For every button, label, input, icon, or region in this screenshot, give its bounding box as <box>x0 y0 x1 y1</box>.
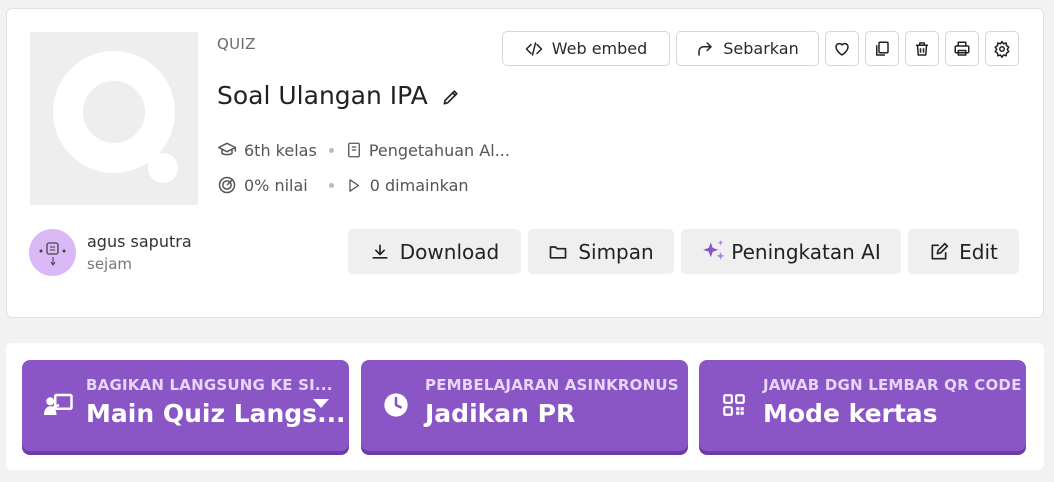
paper-mode-button[interactable]: JAWAB DGN LEMBAR QR CODE Mode kertas <box>699 360 1026 451</box>
accuracy-text: 0% nilai <box>244 175 308 195</box>
separator-dot <box>328 147 334 153</box>
folder-icon <box>549 245 567 259</box>
trash-icon <box>916 41 928 56</box>
save-label: Simpan <box>578 239 654 264</box>
quizizz-logo-icon <box>53 51 178 183</box>
edit-title-pencil-icon[interactable] <box>441 87 461 107</box>
live-quiz-title: Main Quiz Langs... <box>86 399 346 428</box>
homework-button[interactable]: PEMBELAJARAN ASINKRONUS Jadikan PR <box>361 360 688 451</box>
print-button[interactable] <box>945 31 979 66</box>
graduation-cap-icon <box>217 142 237 156</box>
gear-icon <box>994 40 1010 58</box>
code-icon <box>525 41 542 56</box>
action-buttons: Download Simpan Peningkatan AI Edit <box>348 229 1019 274</box>
edit-square-icon <box>931 242 949 259</box>
share-button[interactable]: Sebarkan <box>676 31 819 66</box>
download-label: Download <box>399 239 500 264</box>
author-name[interactable]: agus saputra <box>87 232 192 251</box>
homework-subtitle: PEMBELAJARAN ASINKRONUS <box>425 376 679 394</box>
like-button[interactable] <box>825 31 859 66</box>
ai-enhance-label: Peningkatan AI <box>731 239 881 264</box>
clock-icon <box>384 393 408 417</box>
quiz-detail-card: QUIZ Soal Ulangan IPA 6th kelas Pengetah… <box>6 8 1044 318</box>
top-toolbar: Web embed Sebarkan <box>502 31 1019 66</box>
avatar-illustration-icon <box>39 242 66 266</box>
separator-dot <box>328 182 334 188</box>
printer-icon <box>954 41 970 56</box>
target-icon <box>218 176 236 194</box>
delete-button[interactable] <box>905 31 939 66</box>
duplicate-button[interactable] <box>865 31 899 66</box>
page-title: Soal Ulangan IPA <box>217 81 428 110</box>
paper-mode-subtitle: JAWAB DGN LEMBAR QR CODE <box>763 376 1022 394</box>
live-quiz-subtitle: BAGIKAN LANGSUNG KE SI... <box>86 376 333 394</box>
edit-label: Edit <box>959 239 998 264</box>
chevron-down-icon[interactable] <box>313 399 329 408</box>
download-button[interactable]: Download <box>348 229 521 274</box>
quiz-thumbnail <box>30 32 198 205</box>
save-button[interactable]: Simpan <box>528 229 674 274</box>
live-quiz-button[interactable]: BAGIKAN LANGSUNG KE SI... Main Quiz Lang… <box>22 360 349 451</box>
homework-title: Jadikan PR <box>425 399 576 428</box>
author-time: sejam <box>87 255 133 273</box>
subject-text: Pengetahuan Al... <box>368 140 510 160</box>
share-arrow-icon <box>698 41 713 56</box>
presentation-icon <box>44 393 73 416</box>
heart-icon <box>835 42 849 56</box>
sparkle-icon <box>703 239 725 260</box>
web-embed-button[interactable]: Web embed <box>502 31 670 66</box>
book-icon <box>347 142 360 158</box>
play-modes-card: BAGIKAN LANGSUNG KE SI... Main Quiz Lang… <box>6 343 1044 470</box>
settings-button[interactable] <box>985 31 1019 66</box>
plays-text: 0 dimainkan <box>369 175 469 195</box>
meta-row-1: 6th kelas Pengetahuan Al... <box>217 140 510 160</box>
qr-code-icon <box>723 394 745 416</box>
web-embed-label: Web embed <box>551 39 648 58</box>
paper-mode-title: Mode kertas <box>763 399 938 428</box>
meta-row-2: 0% nilai 0 dimainkan <box>217 175 469 195</box>
grade-text: 6th kelas <box>244 140 317 160</box>
content-type-label: QUIZ <box>217 35 256 53</box>
download-icon <box>372 244 388 259</box>
share-label: Sebarkan <box>723 39 799 58</box>
avatar[interactable] <box>29 229 76 276</box>
ai-enhance-button[interactable]: Peningkatan AI <box>681 229 901 274</box>
edit-button[interactable]: Edit <box>908 229 1019 274</box>
play-icon <box>349 178 359 192</box>
copy-icon <box>876 41 889 56</box>
